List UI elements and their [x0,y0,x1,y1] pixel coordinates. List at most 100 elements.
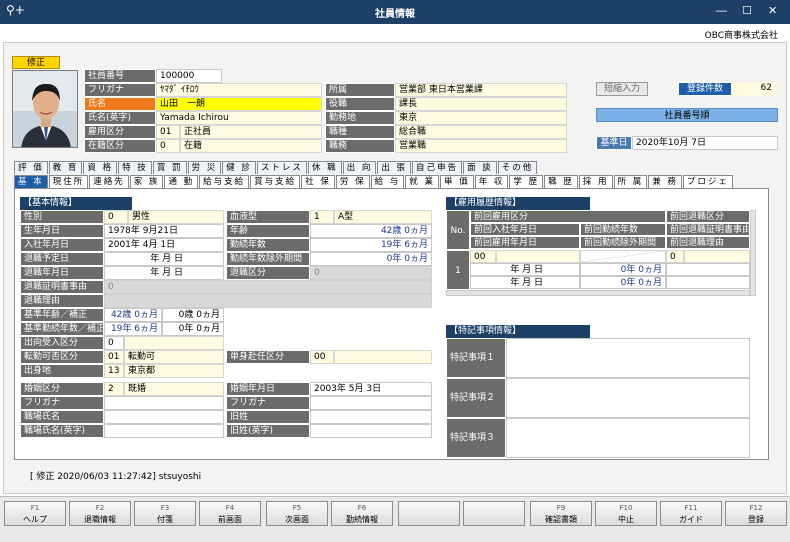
f4-prev-screen-button[interactable]: F4 前画面 [199,501,261,526]
tab-social-insurance[interactable]: 社 保 [301,175,335,188]
prev-join-field[interactable]: 年 月 日 [470,263,580,276]
prev-retire-code[interactable]: 0 [666,250,684,263]
special-note-1-field[interactable] [506,338,750,378]
f12-register-button[interactable]: F12 登録 [725,501,787,526]
retire-plan-field[interactable]: 年 月 日 [104,252,224,266]
tab-concurrent[interactable]: 兼 務 [648,175,682,188]
tab-other[interactable]: その他 [497,161,538,174]
retire-date-field[interactable]: 年 月 日 [104,266,224,280]
base-date-field[interactable]: 2020年10月 7日 [632,136,778,150]
maximize-icon[interactable]: ☐ [742,4,752,17]
tab-stress[interactable]: ストレス [256,161,307,174]
tab-work-history[interactable]: 職 歴 [544,175,578,188]
tab-qualification[interactable]: 資 格 [83,161,118,174]
tab-evaluation[interactable]: 評 価 [14,161,48,174]
tab-health[interactable]: 健 診 [222,161,256,174]
tab-affiliation[interactable]: 所 属 [613,175,648,188]
employee-number-label: 社員番号 [84,69,156,83]
tab-skills[interactable]: 特 技 [118,161,152,174]
window-title: 社員情報 [375,9,415,20]
tab-family[interactable]: 家 族 [129,175,164,188]
loan-type-code[interactable]: 0 [104,336,124,350]
birth-date-field[interactable]: 1978年 9月21日 [104,224,224,238]
tab-contact[interactable]: 連絡先 [89,175,129,188]
old-name-field[interactable] [310,410,432,424]
gender-code[interactable]: 0 [104,210,128,224]
tenure-exclusion-field[interactable]: 0年 0ヵ月 [310,252,432,266]
tab-hiring[interactable]: 採 用 [578,175,613,188]
f10-cancel-button[interactable]: F10 中止 [595,501,657,526]
tab-work[interactable]: 就 業 [405,175,439,188]
tab-commute[interactable]: 通 勤 [164,175,199,188]
transfer-label: 転勤可否区分 [20,350,104,364]
fkey-label: 確認書類 [545,515,577,524]
minimize-icon[interactable]: ― [716,4,727,17]
prev-excl-field[interactable]: 0年 0ヵ月 [580,276,666,289]
special-note-2-field[interactable] [506,378,750,418]
tab-awards[interactable]: 賞 罰 [152,161,187,174]
work-name-field[interactable] [104,410,224,424]
f2-retire-info-button[interactable]: F2 退職情報 [69,501,131,526]
prev-cert-field[interactable] [666,263,750,276]
f5-next-screen-button[interactable]: F5 次画面 [266,501,328,526]
marriage-date-label: 婚姻年月日 [226,382,310,396]
tab-annual-income[interactable]: 年 収 [474,175,509,188]
tab-interview[interactable]: 面 談 [463,161,497,174]
tab-unit-price[interactable]: 単 価 [439,175,474,188]
basic-section-title: 【基本情報】 [20,197,132,210]
f6-tenure-info-button[interactable]: F6 勤続情報 [331,501,393,526]
work-name-en-field[interactable] [104,424,224,438]
f3-sticky-note-button[interactable]: F3 付箋 [134,501,196,526]
sort-order-button[interactable]: 社員番号順 [596,108,778,122]
tab-business-trip[interactable]: 出 張 [377,161,412,174]
join-date-field[interactable]: 2001年 4月 1日 [104,238,224,252]
prev-emp-code[interactable]: 00 [470,250,496,263]
blood-type-code[interactable]: 1 [310,210,334,224]
f1-help-button[interactable]: F1 ヘルプ [4,501,66,526]
single-assignment-code[interactable]: 00 [310,350,334,364]
tab-project[interactable]: プロジェ [682,175,733,188]
work-furigana-field[interactable] [104,396,224,410]
retire-type-label: 退職区分 [226,266,310,280]
fkey-code: F10 [619,504,633,512]
f7-button[interactable] [398,501,460,526]
tab-education-history[interactable]: 学 歴 [509,175,544,188]
no-header: No. [446,210,470,250]
base-age-adjust-field[interactable]: 0歳 0ヵ月 [162,308,224,322]
vertical-scrollbar[interactable] [750,210,756,296]
fkey-code: F4 [225,504,235,512]
origin-code[interactable]: 13 [104,364,124,378]
f9-documents-button[interactable]: F9 確認書類 [530,501,592,526]
tab-labor-insurance[interactable]: 労 保 [335,175,370,188]
shorten-input-button[interactable]: 短縮入力 [596,82,648,96]
old-furigana-field[interactable] [310,396,432,410]
retire-cert-label: 退職証明書事由 [20,280,104,294]
tab-address[interactable]: 現住所 [48,175,89,188]
tab-basic[interactable]: 基 本 [14,175,48,188]
tab-education[interactable]: 教 育 [48,161,83,174]
duty-value: 営業職 [395,139,567,153]
prev-retire-field[interactable]: 年 月 日 [470,276,580,289]
tab-bonus-payment[interactable]: 賞与支給 [250,175,301,188]
f8-button[interactable] [463,501,525,526]
horizontal-scrollbar[interactable] [446,290,750,296]
tab-salary-payment[interactable]: 給与支給 [199,175,250,188]
special-note-3-field[interactable] [506,418,750,458]
marriage-code[interactable]: 2 [104,382,124,396]
tab-salary[interactable]: 給 与 [370,175,405,188]
tab-leave[interactable]: 休 職 [307,161,342,174]
old-name-en-field[interactable] [310,424,432,438]
old-name-label: 旧姓 [226,410,310,424]
tab-secondment[interactable]: 出 向 [342,161,377,174]
f11-guide-button[interactable]: F11 ガイド [660,501,722,526]
retire-type-code: 0 [310,266,432,280]
employee-number-field[interactable]: 100000 [156,69,222,83]
prev-reason-field[interactable] [666,276,750,289]
tab-accident[interactable]: 労 災 [187,161,222,174]
base-tenure-adjust-field[interactable]: 0年 0ヵ月 [162,322,224,336]
prev-tenure-field[interactable]: 0年 0ヵ月 [580,263,666,276]
marriage-date-field[interactable]: 2003年 5月 3日 [310,382,432,396]
transfer-code[interactable]: 01 [104,350,124,364]
tab-self-report[interactable]: 自己申告 [412,161,463,174]
close-icon[interactable]: ✕ [768,4,777,17]
